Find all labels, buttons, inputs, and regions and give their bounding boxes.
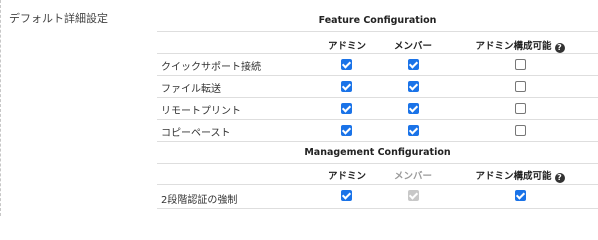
left-rail: デフォルト詳細設定 [0,0,150,216]
help-circle-icon[interactable]: ? [554,173,565,183]
column-admin: アドミン [327,41,366,52]
column-member: メンバー [393,171,432,182]
divider [157,31,598,32]
column-admin: アドミン [327,171,366,182]
divider [157,141,598,142]
column-member: メンバー [393,41,432,52]
checkbox-member-2fa [408,190,419,201]
column-admin-configurable: アドミン構成可能? [467,38,573,53]
column-admin-configurable: アドミン構成可能? [467,168,573,183]
checkbox-admin-2fa[interactable] [341,190,352,201]
management-config-title: Management Configuration [304,147,451,158]
checkbox-configurable-quick-support[interactable] [515,59,526,70]
column-admin-configurable-label: アドミン構成可能 [475,171,552,182]
checkbox-member-quick-support[interactable] [408,59,419,70]
checkbox-configurable-remote-print[interactable] [515,103,526,114]
column-admin-configurable-label: アドミン構成可能 [475,41,552,52]
checkbox-admin-copy-paste[interactable] [341,125,352,136]
divider [157,119,598,120]
checkbox-member-remote-print[interactable] [408,103,419,114]
checkbox-configurable-2fa[interactable] [515,190,526,201]
row-label-file-transfer: ファイル転送 [161,84,221,95]
feature-config-title: Feature Configuration [318,15,437,26]
checkbox-admin-quick-support[interactable] [341,59,352,70]
divider [157,184,598,185]
checkbox-admin-file-transfer[interactable] [341,81,352,92]
settings-table: Feature Configuration アドミン メンバー アドミン構成可能… [157,0,598,216]
row-label-2fa: 2段階認証の強制 [161,195,238,206]
section-heading: デフォルト詳細設定 [9,12,108,25]
checkbox-admin-remote-print[interactable] [341,103,352,114]
checkbox-configurable-copy-paste[interactable] [515,125,526,136]
row-label-remote-print: リモートプリント [161,106,241,117]
divider [157,163,598,164]
divider [157,75,598,76]
divider [157,97,598,98]
divider [157,53,598,54]
help-circle-icon[interactable]: ? [554,43,565,53]
row-label-quick-support: クイックサポート接続 [161,62,261,73]
divider [157,208,598,209]
checkbox-member-copy-paste[interactable] [408,125,419,136]
checkbox-configurable-file-transfer[interactable] [515,81,526,92]
checkbox-member-file-transfer[interactable] [408,81,419,92]
row-label-copy-paste: コピーペースト [161,128,231,139]
